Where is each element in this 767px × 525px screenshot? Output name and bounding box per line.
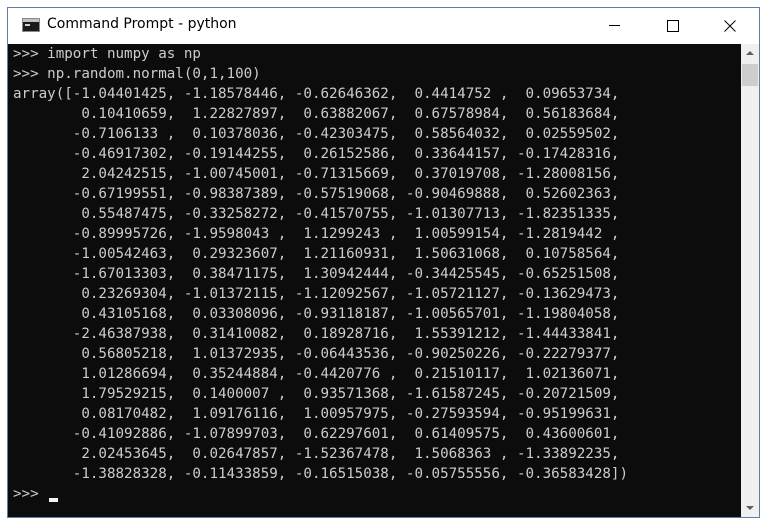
close-button[interactable] xyxy=(701,8,759,44)
console-line: 2.04242515, -1.00745001, -0.71315669, 0.… xyxy=(13,166,620,182)
console-line: -0.46917302, -0.19144255, 0.26152586, 0.… xyxy=(13,146,620,162)
console-line: 2.02453645, 0.02647857, -1.52367478, 1.5… xyxy=(13,446,620,462)
scroll-thumb[interactable] xyxy=(742,64,758,86)
console-line: 1.79529215, 0.1400007 , 0.93571368, -1.6… xyxy=(13,386,620,402)
console-line: 1.01286694, 0.35244884, -0.4420776 , 0.2… xyxy=(13,366,620,382)
console-line: 0.10410659, 1.22827897, 0.63882067, 0.67… xyxy=(13,106,620,122)
console-line: -0.41092886, -1.07899703, 0.62297601, 0.… xyxy=(13,426,620,442)
cmd-icon[interactable] xyxy=(22,18,40,32)
console-line: -1.38828328, -0.11433859, -0.16515038, -… xyxy=(13,466,628,482)
console-line: 0.56805218, 1.01372935, -0.06443536, -0.… xyxy=(13,346,620,362)
vertical-scrollbar[interactable] xyxy=(741,44,759,517)
console-line: >>> np.random.normal(0,1,100) xyxy=(13,66,261,82)
console-output[interactable]: >>> import numpy as np >>> np.random.nor… xyxy=(8,44,741,517)
console-line: -1.00542463, 0.29323607, 1.21160931, 1.5… xyxy=(13,246,620,262)
console-line: >>> import numpy as np xyxy=(13,46,201,62)
text-cursor xyxy=(49,498,58,502)
close-icon xyxy=(724,20,736,32)
console-line: -2.46387938, 0.31410082, 0.18928716, 1.5… xyxy=(13,326,620,342)
minimize-button[interactable] xyxy=(585,8,643,44)
maximize-button[interactable] xyxy=(643,8,701,44)
console-line: 0.23269304, -1.01372115, -1.12092567, -1… xyxy=(13,286,620,302)
scroll-up-arrow-icon[interactable] xyxy=(741,44,759,62)
scroll-down-arrow-icon[interactable] xyxy=(741,499,759,517)
console-line: 0.55487475, -0.33258272, -0.41570755, -1… xyxy=(13,206,620,222)
console-line: -0.7106133 , 0.10378036, -0.42303475, 0.… xyxy=(13,126,620,142)
console-line: 0.43105168, 0.03308096, -0.93118187, -1.… xyxy=(13,306,620,322)
console-line: -0.67199551, -0.98387389, -0.57519068, -… xyxy=(13,186,620,202)
console-line: -0.89995726, -1.9598043 , 1.1299243 , 1.… xyxy=(13,226,620,242)
console-line: array([-1.04401425, -1.18578446, -0.6264… xyxy=(13,86,620,102)
window-title: Command Prompt - python xyxy=(47,16,237,32)
console-line: 0.08170482, 1.09176116, 1.00957975, -0.2… xyxy=(13,406,620,422)
title-bar[interactable]: Command Prompt - python xyxy=(8,8,759,44)
console-prompt: >>> xyxy=(13,486,48,502)
console-line: -1.67013303, 0.38471175, 1.30942444, -0.… xyxy=(13,266,620,282)
command-prompt-window: Command Prompt - python >>> import numpy… xyxy=(7,7,760,518)
